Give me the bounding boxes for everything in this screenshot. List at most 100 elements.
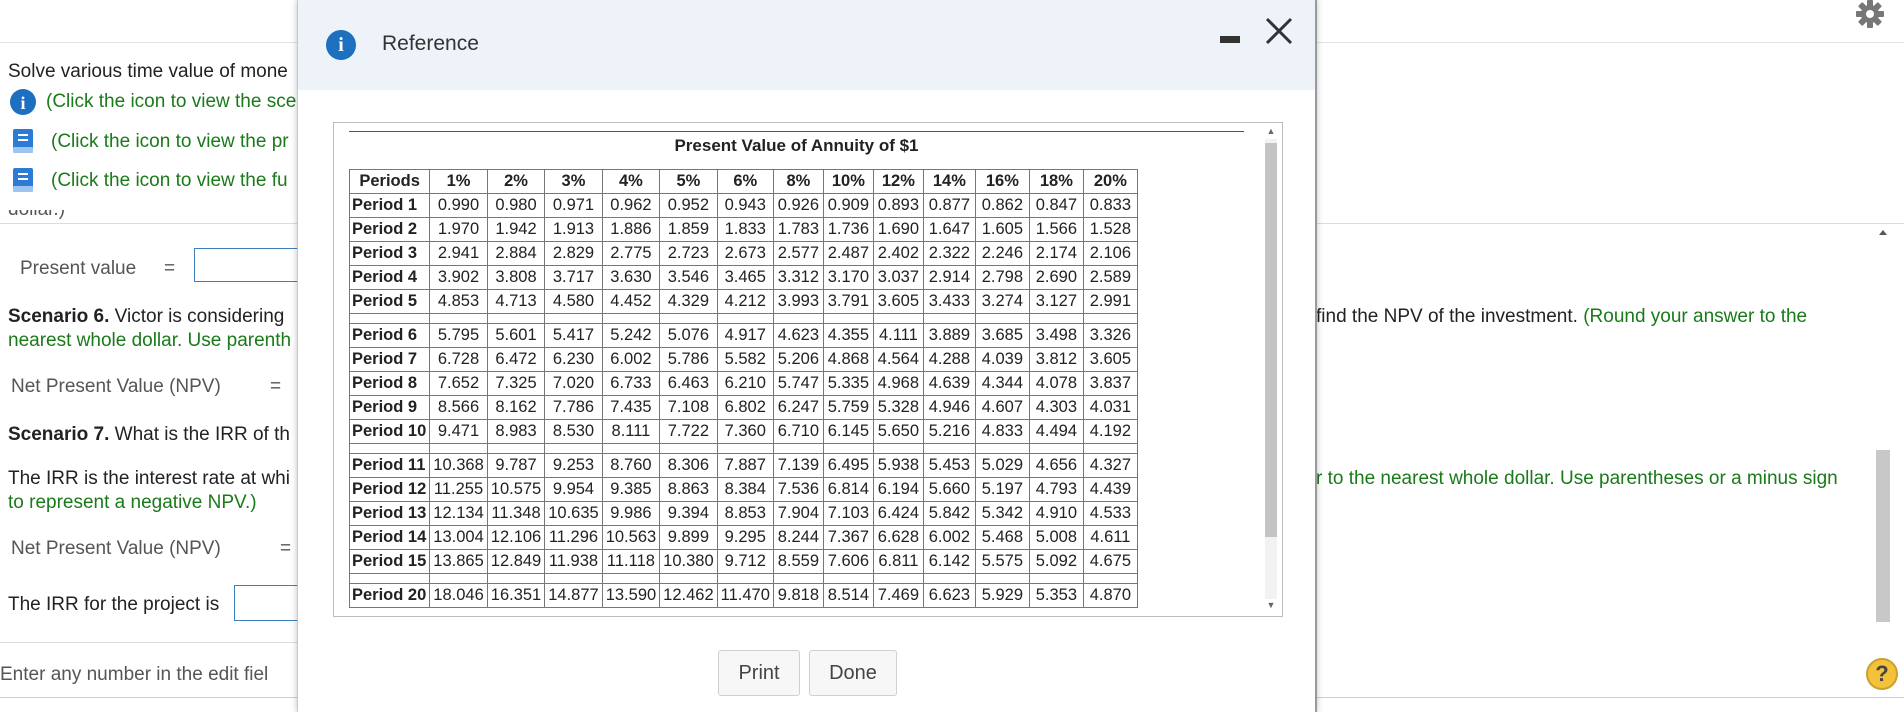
factor-cell: 5.759	[822, 395, 874, 420]
npv-label-2: Net Present Value (NPV)	[11, 538, 221, 559]
scenarios-link[interactable]: (Click the icon to view the sce	[46, 91, 296, 113]
factor-cell: 3.037	[872, 265, 924, 290]
factor-cell: 0.847	[1028, 193, 1084, 218]
factor-cell: 0.971	[544, 193, 603, 218]
book-icon[interactable]	[10, 166, 36, 194]
factor-cell: 3.630	[601, 265, 661, 290]
factor-cell: 12.849	[486, 549, 546, 574]
irr-input[interactable]	[234, 585, 304, 621]
period-label: Period 8	[348, 371, 431, 396]
close-icon[interactable]	[1262, 14, 1296, 48]
factor-cell: 3.993	[772, 289, 824, 314]
factor-cell: 5.453	[922, 453, 976, 478]
factor-cell: 3.326	[1082, 323, 1138, 348]
factor-cell: 4.580	[544, 289, 603, 314]
factor-cell: 14.877	[544, 583, 603, 608]
table-row-spacer	[348, 443, 1138, 454]
factor-cell: 6.145	[822, 419, 874, 444]
scrollbar-thumb[interactable]	[1265, 143, 1277, 537]
factor-cell: 6.733	[601, 371, 661, 396]
factor-cell: 5.092	[1028, 549, 1084, 574]
factor-cell: 5.468	[974, 525, 1030, 550]
factor-cell: 4.713	[486, 289, 546, 314]
rate-header: 3%	[544, 169, 603, 194]
factor-cell: 3.498	[1028, 323, 1084, 348]
factor-cell: 6.194	[872, 477, 924, 502]
done-button[interactable]: Done	[809, 650, 897, 696]
scroll-down-icon[interactable]: ▼	[1262, 599, 1280, 611]
spacer-cell	[872, 443, 924, 454]
rate-header: 14%	[922, 169, 976, 194]
present-value-label: Present value	[20, 258, 137, 279]
present-value-table-link[interactable]: (Click the icon to view the pr	[51, 131, 289, 153]
factor-cell: 3.127	[1028, 289, 1084, 314]
factor-cell: 2.487	[822, 241, 874, 266]
page-scrollbar[interactable]	[1874, 222, 1892, 632]
book-icon[interactable]	[10, 127, 36, 155]
factor-cell: 5.206	[772, 347, 824, 372]
factor-cell: 7.652	[429, 371, 488, 396]
future-value-table-link[interactable]: (Click the icon to view the fu	[51, 170, 288, 192]
scroll-up-icon[interactable]: ▲	[1262, 125, 1280, 137]
factor-cell: 5.417	[544, 323, 603, 348]
table-row: Period 12 11.255 10.575 9.954 9.385 8.863 8.38…	[348, 477, 1138, 502]
factor-cell: 10.563	[601, 525, 661, 550]
rate-header: 1%	[429, 169, 488, 194]
minimize-icon[interactable]	[1220, 36, 1240, 43]
spacer-cell	[1082, 313, 1138, 324]
irr-right-text: r to the nearest whole dollar. Use paren…	[1316, 468, 1838, 489]
rate-header: 18%	[1028, 169, 1084, 194]
equals-sign: =	[280, 538, 292, 559]
factor-cell: 3.605	[1082, 347, 1138, 372]
factor-cell: 3.312	[772, 265, 824, 290]
factor-cell: 5.929	[974, 583, 1030, 608]
factor-cell: 6.811	[872, 549, 924, 574]
info-icon[interactable]: i	[10, 89, 36, 115]
present-value-input[interactable]	[194, 248, 304, 282]
factor-cell: 8.244	[772, 525, 824, 550]
factor-cell: 2.798	[974, 265, 1030, 290]
factor-cell: 4.611	[1082, 525, 1138, 550]
table-row: Period 3 2.941 2.884 2.829 2.775 2.723 2.673 2.…	[348, 241, 1138, 266]
factor-cell: 4.039	[974, 347, 1030, 372]
period-label: Period 5	[348, 289, 431, 314]
factor-cell: 2.723	[659, 241, 718, 266]
factor-cell: 7.887	[716, 453, 774, 478]
factor-cell: 4.946	[922, 395, 976, 420]
print-button[interactable]: Print	[718, 650, 800, 696]
footer-hint: Enter any number in the edit fiel	[0, 664, 269, 685]
factor-cell: 9.253	[544, 453, 603, 478]
factor-cell: 5.029	[974, 453, 1030, 478]
help-icon[interactable]: ?	[1866, 658, 1898, 690]
table-scrollbar[interactable]: ▲ ▼	[1262, 125, 1280, 615]
factor-cell: 18.046	[429, 583, 488, 608]
page-scrollbar-thumb[interactable]	[1876, 450, 1890, 622]
table-header-row: Periods 1% 2% 3% 4% 5% 6% 8% 10% 12% 14% 16% 18% 20%	[348, 169, 1138, 194]
spacer-cell	[429, 443, 488, 454]
factor-cell: 6.142	[922, 549, 976, 574]
factor-cell: 8.384	[716, 477, 774, 502]
factor-cell: 7.360	[716, 419, 774, 444]
spacer-cell	[772, 573, 824, 584]
spacer-cell	[822, 443, 874, 454]
factor-cell: 10.575	[486, 477, 546, 502]
gear-icon[interactable]	[1850, 0, 1890, 30]
factor-cell: 3.837	[1082, 371, 1138, 396]
factor-cell: 10.635	[544, 501, 603, 526]
factor-cell: 6.628	[872, 525, 924, 550]
factor-cell: 7.536	[772, 477, 824, 502]
factor-cell: 10.380	[659, 549, 718, 574]
factor-cell: 1.886	[601, 217, 661, 242]
rate-header: 20%	[1082, 169, 1138, 194]
factor-cell: 1.859	[659, 217, 718, 242]
factor-cell: 3.465	[716, 265, 774, 290]
factor-cell: 1.783	[772, 217, 824, 242]
factor-cell: 1.528	[1082, 217, 1138, 242]
factor-cell: 1.736	[822, 217, 874, 242]
factor-cell: 7.786	[544, 395, 603, 420]
table-row: Period 10 9.471 8.983 8.530 8.111 7.722 7.360 6…	[348, 419, 1138, 444]
factor-cell: 1.913	[544, 217, 603, 242]
factor-cell: 12.462	[659, 583, 718, 608]
factor-cell: 5.008	[1028, 525, 1084, 550]
reference-table-frame: Present Value of Annuity of $1 Periods 1%…	[333, 122, 1283, 617]
